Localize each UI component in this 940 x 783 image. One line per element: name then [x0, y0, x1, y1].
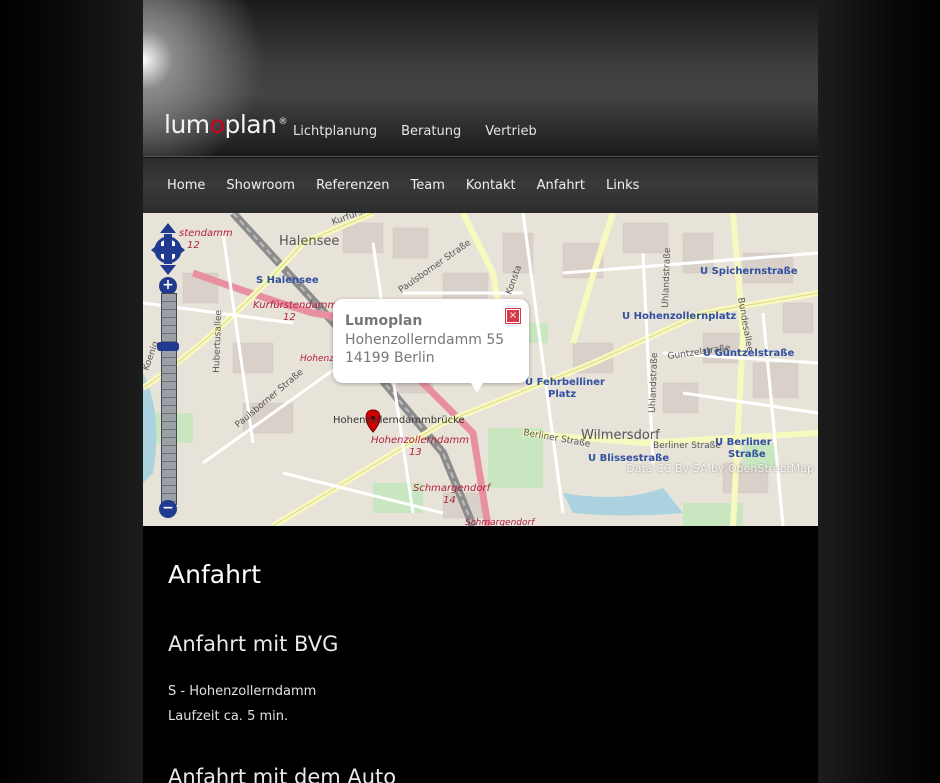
label-u-fehrbelliner: U Fehrbelliner — [525, 377, 605, 388]
label-schmargendorf: Schmargendorf — [413, 483, 492, 494]
label-kurfuerstendamm-12: 12 — [283, 312, 296, 323]
label-u-hohenzollernplatz: U Hohenzollernplatz — [622, 311, 736, 322]
label-halensee: Halensee — [279, 234, 339, 249]
heading-bvg: Anfahrt mit BVG — [168, 632, 339, 656]
label-s-halensee: S Halensee — [256, 275, 319, 286]
bvg-duration: Laufzeit ca. 5 min. — [168, 709, 289, 724]
site-header: lumoplan ® Lichtplanung Beratung Vertrieb — [143, 0, 818, 157]
bvg-station: S - Hohenzollerndamm — [168, 684, 317, 699]
top-nav: Lichtplanung Beratung Vertrieb — [293, 124, 537, 139]
nav-anfahrt[interactable]: Anfahrt — [537, 178, 585, 193]
label-kurfuerstendamm-top: stendamm — [179, 228, 233, 239]
zoom-slider-handle[interactable] — [157, 342, 179, 351]
label-u-fehrbelliner-platz: Platz — [548, 389, 576, 400]
top-nav-beratung[interactable]: Beratung — [401, 124, 461, 139]
label-u-berliner-strasse: Straße — [728, 449, 766, 460]
zoom-track[interactable] — [161, 293, 177, 505]
main-nav: Home Showroom Referenzen Team Kontakt An… — [143, 157, 818, 214]
label-schmargendorf-14: 14 — [443, 495, 456, 506]
nav-showroom[interactable]: Showroom — [226, 178, 295, 193]
logo-red-o: o — [209, 110, 225, 139]
nav-kontakt[interactable]: Kontakt — [466, 178, 516, 193]
logo-text-post: plan — [224, 110, 277, 139]
right-background — [818, 0, 940, 783]
popup-address-line2: 14199 Berlin — [345, 350, 435, 366]
label-hohenzollerndamm-13: 13 — [409, 447, 422, 458]
label-hohenzollerndammbruecke: Hohenzollerndammbrücke — [333, 415, 465, 426]
label-berliner-str-2: Berliner Straße — [653, 441, 721, 451]
logo-registered-mark: ® — [278, 116, 287, 127]
nav-links[interactable]: Links — [606, 178, 639, 193]
label-kurfuerstendamm: Kurfürstendamm — [253, 300, 338, 311]
label-schmargendorf-2: Schmargendorf — [465, 518, 536, 526]
nav-team[interactable]: Team — [411, 178, 445, 193]
pan-up-icon[interactable] — [160, 223, 176, 233]
openstreetmap-map[interactable]: Halensee S Halensee Kurfürstendamm 12 st… — [143, 213, 818, 526]
label-uhlandstr-2: Uhlandstraße — [648, 352, 660, 413]
map-attribution[interactable]: Data CC-By-SA by OpenStreetMap — [626, 462, 814, 475]
label-u-berliner: U Berliner — [715, 437, 772, 448]
label-wilmersdorf: Wilmersdorf — [581, 428, 660, 443]
popup-tail — [471, 383, 483, 393]
pan-control[interactable] — [151, 223, 185, 275]
left-background — [0, 0, 143, 783]
top-nav-lichtplanung[interactable]: Lichtplanung — [293, 124, 377, 139]
label-u-spichernstr: U Spichernstraße — [700, 266, 798, 277]
popup-address-line1: Hohenzollerndamm 55 — [345, 332, 505, 348]
zoom-out-button[interactable]: − — [159, 500, 177, 518]
zoom-control: + − — [157, 277, 179, 519]
pan-down-icon[interactable] — [160, 265, 176, 275]
label-kurfuerstendamm-top-12: 12 — [187, 240, 200, 251]
logo-text-pre: lum — [164, 110, 210, 139]
nav-home[interactable]: Home — [167, 178, 205, 193]
label-uhlandstr-1: Uhlandstraße — [661, 247, 673, 308]
map-popup: Lumoplan Hohenzollerndamm 55 14199 Berli… — [333, 299, 529, 393]
popup-title: Lumoplan — [345, 313, 423, 329]
top-nav-vertrieb[interactable]: Vertrieb — [485, 124, 537, 139]
label-hohenz-mid: Hohenz — [300, 354, 334, 364]
heading-auto: Anfahrt mit dem Auto — [168, 765, 397, 783]
label-hohenzollerndamm: Hohenzollerndamm — [371, 435, 469, 446]
nav-referenzen[interactable]: Referenzen — [316, 178, 389, 193]
page-container: lumoplan ® Lichtplanung Beratung Vertrieb… — [143, 0, 818, 783]
popup-close-icon[interactable]: × — [505, 308, 521, 324]
lumoplan-logo[interactable]: lumoplan ® — [164, 110, 287, 139]
page-title: Anfahrt — [168, 560, 261, 589]
